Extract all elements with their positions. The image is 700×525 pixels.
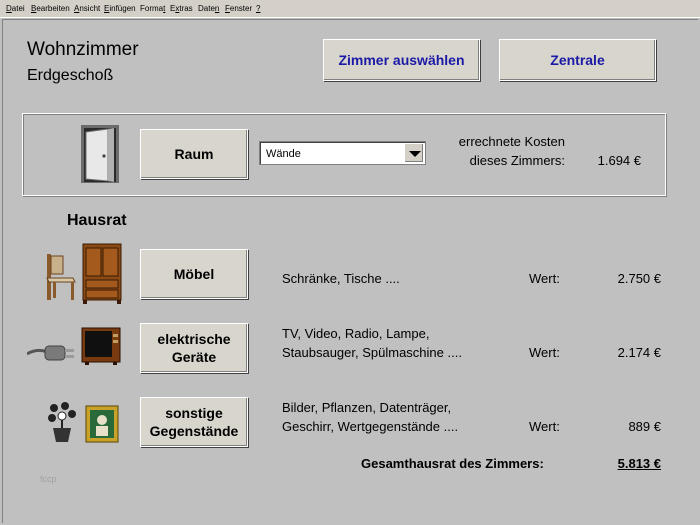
other-wert-label: Wert: xyxy=(529,419,560,434)
select-room-button[interactable]: Zimmer auswählen xyxy=(323,39,480,81)
menu-bearbeiten[interactable]: Bearbeiten xyxy=(31,4,70,13)
room-category-value: Wände xyxy=(266,148,301,160)
chevron-down-icon[interactable] xyxy=(404,143,424,163)
menu-fenster[interactable]: Fenster xyxy=(225,4,252,13)
menu-datei[interactable]: Datei xyxy=(6,4,25,13)
picture-icon xyxy=(85,405,119,443)
door-icon xyxy=(81,125,119,183)
furniture-button[interactable]: Möbel xyxy=(140,249,248,299)
electric-wert-label: Wert: xyxy=(529,345,560,360)
main-form: Wohnzimmer Erdgeschoß Zimmer auswählen Z… xyxy=(2,19,698,523)
menu-format[interactable]: Format xyxy=(140,4,165,13)
footer-text: fccp xyxy=(40,474,57,484)
floor-subtitle: Erdgeschoß xyxy=(27,67,114,84)
plant-icon xyxy=(48,402,76,442)
wardrobe-icon xyxy=(82,243,122,304)
cost-label-line2: dieses Zimmers: xyxy=(469,153,565,168)
electric-devices-label-line1: elektrische xyxy=(157,331,231,347)
total-label: Gesamthausrat des Zimmers: xyxy=(361,456,544,471)
menu-daten[interactable]: Daten xyxy=(198,4,219,13)
room-button[interactable]: Raum xyxy=(140,129,248,179)
furniture-description: Schränke, Tische .... xyxy=(282,271,400,286)
other-items-button[interactable]: sonstige Gegenstände xyxy=(140,397,248,447)
menu-help[interactable]: ? xyxy=(256,4,260,13)
plug-icon xyxy=(27,345,74,361)
tv-icon xyxy=(81,327,121,365)
other-value: 889 € xyxy=(628,419,661,434)
other-description-line1: Bilder, Pflanzen, Datenträger, xyxy=(282,400,452,415)
menu-ansicht[interactable]: Ansicht xyxy=(74,4,100,13)
other-items-label-line1: sonstige xyxy=(165,405,223,421)
electric-description-line2: Staubsauger, Spülmaschine .... xyxy=(282,345,462,360)
other-items-label-line2: Gegenstände xyxy=(149,423,239,439)
menu-bar: Datei Bearbeiten Ansicht Einfügen Format… xyxy=(0,0,700,18)
electric-description-line1: TV, Video, Radio, Lampe, xyxy=(282,326,430,341)
electric-value: 2.174 € xyxy=(617,345,661,360)
cost-label-line1: errechnete Kosten xyxy=(458,134,565,149)
other-description-line2: Geschirr, Wertgegenstände .... xyxy=(282,419,459,434)
room-category-select[interactable]: Wände xyxy=(259,141,426,165)
electric-devices-label-line2: Geräte xyxy=(171,349,217,365)
electric-devices-button[interactable]: elektrische Geräte xyxy=(140,323,248,373)
furniture-button-label: Möbel xyxy=(173,266,215,282)
chair-icon xyxy=(46,254,76,300)
hausrat-heading: Hausrat xyxy=(67,212,127,229)
total-value: 5.813 € xyxy=(617,456,661,471)
room-title: Wohnzimmer xyxy=(27,39,139,60)
central-button[interactable]: Zentrale xyxy=(499,39,656,81)
furniture-wert-label: Wert: xyxy=(529,271,560,286)
menu-einfuegen[interactable]: Einfügen xyxy=(104,4,136,13)
menu-extras[interactable]: Extras xyxy=(170,4,193,13)
room-cost-value: 1.694 € xyxy=(597,153,641,168)
furniture-value: 2.750 € xyxy=(617,271,661,286)
